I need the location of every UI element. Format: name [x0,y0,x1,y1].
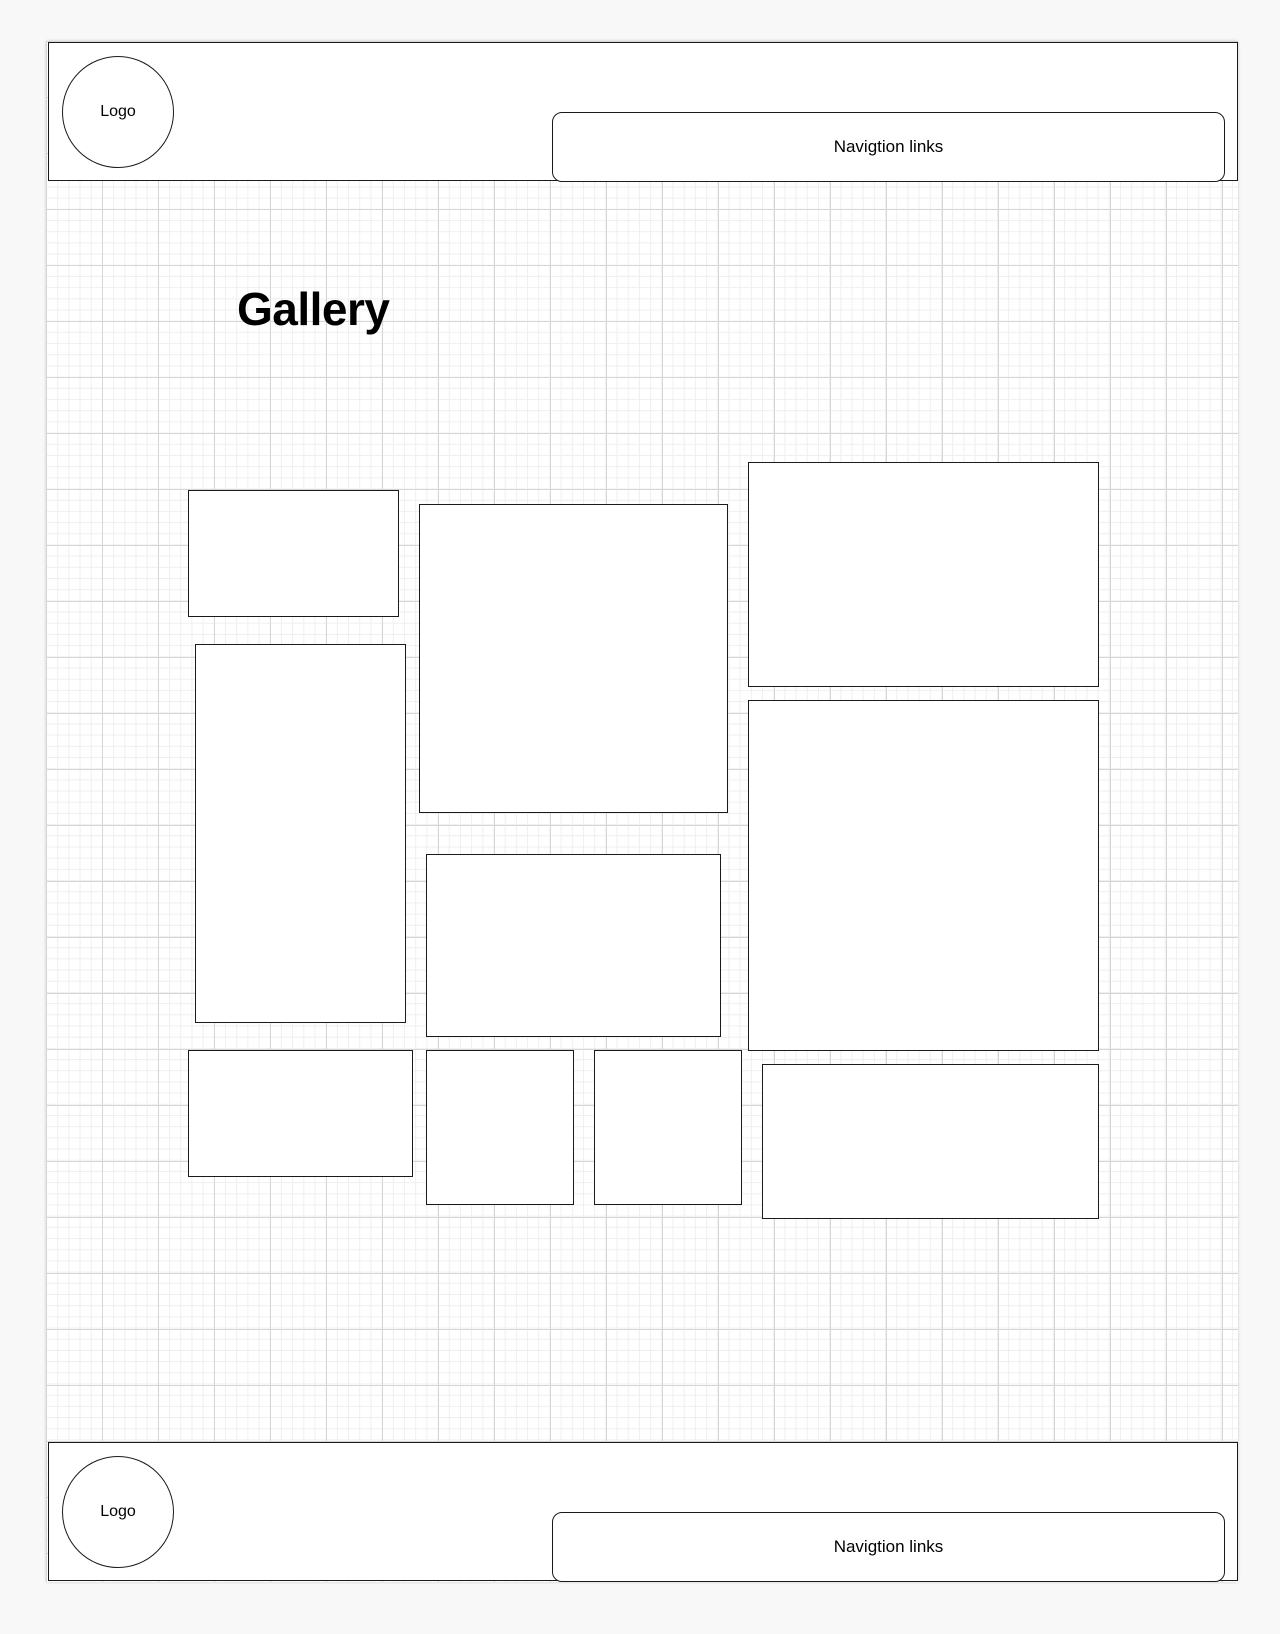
footer-navigation-links[interactable]: Navigtion links [552,1512,1225,1582]
gallery-item[interactable] [188,1050,413,1177]
header-nav-label: Navigtion links [833,137,944,156]
gallery-item[interactable] [195,644,406,1023]
gallery-item[interactable] [188,490,399,617]
footer: Logo Navigtion links [48,1442,1238,1582]
footer-logo-label: Logo [100,1503,136,1520]
gallery-item[interactable] [748,462,1099,687]
gallery-item[interactable] [426,1050,574,1205]
footer-logo[interactable]: Logo [62,1456,174,1568]
gallery-item[interactable] [426,854,721,1037]
gallery-item[interactable] [594,1050,742,1205]
gallery-item[interactable] [748,700,1099,1051]
gallery-item[interactable] [762,1064,1099,1219]
header-logo-label: Logo [100,103,136,120]
footer-nav-label: Navigtion links [833,1537,944,1556]
header: Logo Navigtion links [48,42,1238,182]
page-title: Gallery [237,283,390,335]
header-navigation-links[interactable]: Navigtion links [552,112,1225,182]
gallery-item[interactable] [419,504,728,813]
header-logo[interactable]: Logo [62,56,174,168]
